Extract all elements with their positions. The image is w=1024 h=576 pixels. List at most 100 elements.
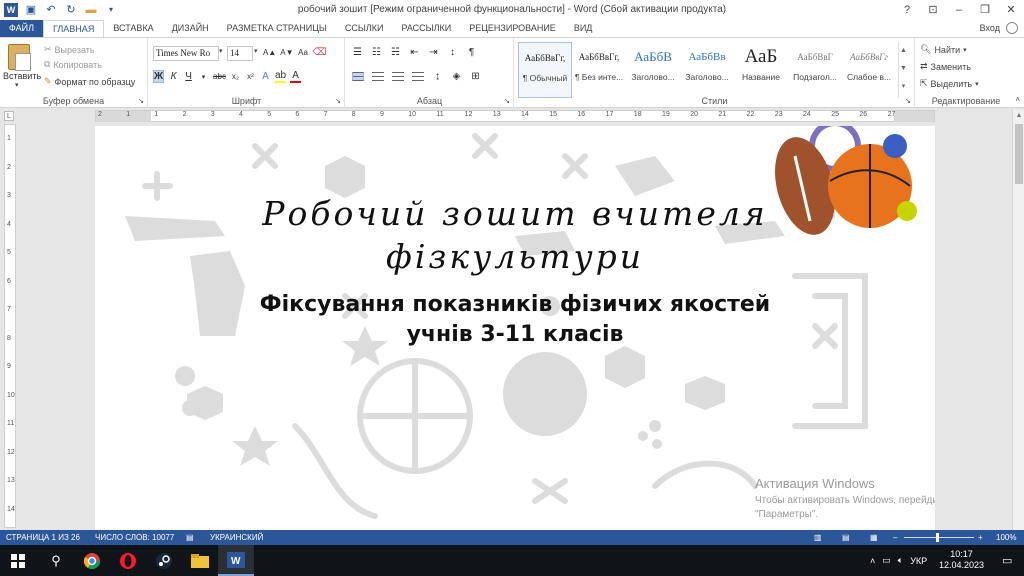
- start-button[interactable]: [0, 545, 36, 576]
- user-icon[interactable]: [1006, 22, 1018, 34]
- scroll-up-icon[interactable]: ▲: [1013, 110, 1024, 122]
- steam-icon[interactable]: [146, 545, 182, 576]
- style-no-spacing[interactable]: АаБбВвГг, ¶ Без инте...: [572, 42, 626, 98]
- taskbar-clock[interactable]: 10:17 12.04.2023: [939, 549, 984, 571]
- shading-icon[interactable]: ◈: [451, 71, 462, 82]
- font-size-select[interactable]: 14: [227, 46, 253, 61]
- styles-gallery-scroll[interactable]: ▲ ▼ ▾: [898, 42, 908, 98]
- style-title[interactable]: АаБ Название: [734, 42, 788, 98]
- tab-home[interactable]: ГЛАВНАЯ: [43, 20, 105, 37]
- customize-qat-icon[interactable]: ▾: [104, 3, 118, 17]
- borders-icon[interactable]: ⊞: [470, 71, 481, 82]
- minimize-button[interactable]: –: [946, 0, 972, 20]
- volume-icon[interactable]: 🔈︎: [898, 555, 903, 566]
- highlight-icon[interactable]: ab: [274, 70, 287, 83]
- keyboard-language[interactable]: УКР: [910, 556, 927, 566]
- open-folder-icon[interactable]: ▬: [84, 3, 98, 17]
- find-button[interactable]: 🔍︎ Найти ▾: [920, 44, 967, 55]
- proofing-icon[interactable]: ▤: [186, 530, 194, 545]
- opera-icon[interactable]: [110, 545, 146, 576]
- file-explorer-icon[interactable]: [182, 545, 218, 576]
- help-button[interactable]: ?: [894, 0, 920, 20]
- scroll-thumb[interactable]: [1015, 124, 1023, 184]
- vertical-ruler[interactable]: 1 2 3 4 5 6 7 8 9 10 11 12 13 14: [4, 124, 16, 528]
- language-indicator[interactable]: УКРАИНСКИЙ: [210, 530, 263, 545]
- show-marks-button[interactable]: ¶: [466, 47, 477, 58]
- clear-formatting-icon[interactable]: ⌫: [313, 47, 327, 58]
- style-subtle-emphasis[interactable]: АаБбВвГг Слабое в...: [842, 42, 896, 98]
- tab-file[interactable]: ФАЙЛ: [0, 20, 44, 37]
- chevron-down-icon[interactable]: ▾: [254, 47, 258, 55]
- zoom-slider[interactable]: [904, 537, 974, 538]
- increase-indent-icon[interactable]: ⇥: [428, 47, 439, 58]
- multilevel-list-icon[interactable]: ☵: [390, 47, 401, 58]
- tab-mailings[interactable]: РАССЫЛКИ: [392, 20, 460, 37]
- taskbar-search-icon[interactable]: ⚲: [38, 545, 74, 576]
- horizontal-ruler[interactable]: 2 1 1 2 3 4 5 6 7 8 9 10 11 12 13 14 15 16 17 18 19 20 21 22 23 2…: [95, 110, 935, 122]
- grow-font-button[interactable]: A▲: [263, 48, 276, 57]
- chevron-down-icon[interactable]: ▾: [198, 73, 209, 81]
- strikethrough-button[interactable]: abc: [213, 72, 226, 81]
- word-count[interactable]: ЧИСЛО СЛОВ: 10077: [95, 530, 174, 545]
- sort-icon[interactable]: ↕: [447, 47, 458, 58]
- copy-button[interactable]: ⧉ Копировать: [44, 59, 102, 70]
- dialog-launcher-icon[interactable]: ↘: [335, 97, 341, 105]
- tab-review[interactable]: РЕЦЕНЗИРОВАНИЕ: [460, 20, 565, 37]
- ribbon-display-options-icon[interactable]: ⊡: [920, 0, 946, 20]
- collapse-ribbon-icon[interactable]: ˄: [1015, 95, 1020, 104]
- redo-icon[interactable]: ↻: [64, 3, 78, 17]
- underline-button[interactable]: Ч: [183, 71, 194, 82]
- document-page[interactable]: Робочий зошит вчителя фізкультури Фіксув…: [95, 126, 935, 530]
- line-spacing-icon[interactable]: ↨: [432, 71, 443, 82]
- restore-button[interactable]: ❐: [972, 0, 998, 20]
- network-icon[interactable]: ▭: [882, 555, 891, 566]
- font-color-icon[interactable]: A: [290, 70, 302, 83]
- style-heading-2[interactable]: АаБбВв Заголово...: [680, 42, 734, 98]
- page-count[interactable]: СТРАНИЦА 1 ИЗ 26: [6, 530, 80, 545]
- tab-insert[interactable]: ВСТАВКА: [104, 20, 162, 37]
- undo-icon[interactable]: ↶: [44, 3, 58, 17]
- save-icon[interactable]: ▣: [24, 3, 38, 17]
- numbering-icon[interactable]: ☷: [371, 47, 382, 58]
- format-painter-button[interactable]: ✎ Формат по образцу: [44, 76, 135, 87]
- italic-button[interactable]: К: [168, 71, 179, 82]
- style-normal[interactable]: АаБбВвГг, ¶ Обычный: [518, 42, 572, 98]
- shrink-font-button[interactable]: A▼: [280, 48, 293, 57]
- chrome-icon[interactable]: [74, 545, 110, 576]
- close-button[interactable]: ✕: [998, 0, 1024, 20]
- justify-icon[interactable]: [412, 72, 424, 81]
- subscript-button[interactable]: x₂: [230, 72, 241, 81]
- dialog-launcher-icon[interactable]: ↘: [138, 97, 144, 105]
- style-heading-1[interactable]: АаБбВ Заголово...: [626, 42, 680, 98]
- zoom-in-icon[interactable]: +: [978, 530, 983, 545]
- bold-button[interactable]: Ж: [153, 70, 165, 83]
- dialog-launcher-icon[interactable]: ↘: [905, 97, 911, 105]
- bullets-icon[interactable]: ☰: [352, 47, 363, 58]
- read-mode-icon[interactable]: ▥: [814, 530, 822, 545]
- word-logo-icon[interactable]: W: [4, 3, 18, 17]
- word-taskbar-icon[interactable]: W: [218, 545, 254, 576]
- decrease-indent-icon[interactable]: ⇤: [409, 47, 420, 58]
- font-name-select[interactable]: Times New Ro: [153, 46, 219, 61]
- web-layout-icon[interactable]: ▦: [870, 530, 878, 545]
- tab-design[interactable]: ДИЗАЙН: [163, 20, 218, 37]
- sign-in-link[interactable]: Вход: [980, 23, 1000, 33]
- tray-expand-icon[interactable]: ˄: [870, 556, 875, 566]
- align-right-icon[interactable]: [392, 72, 404, 81]
- print-layout-icon[interactable]: ▤: [842, 530, 850, 545]
- tab-selector[interactable]: L: [4, 111, 14, 121]
- change-case-button[interactable]: Aa: [298, 48, 309, 57]
- superscript-button[interactable]: x²: [245, 72, 256, 81]
- notifications-icon[interactable]: ▭: [1002, 545, 1012, 576]
- replace-button[interactable]: ⇄ Заменить: [920, 61, 971, 72]
- cut-button[interactable]: ✂ Вырезать: [44, 44, 95, 55]
- zoom-slider-thumb[interactable]: [936, 533, 939, 542]
- paste-button[interactable]: Вставить ▾: [0, 38, 41, 96]
- zoom-out-icon[interactable]: –: [893, 530, 897, 545]
- text-effects-icon[interactable]: A: [260, 71, 271, 82]
- chevron-down-icon[interactable]: ▾: [219, 47, 223, 55]
- style-subtitle[interactable]: АаБбВвГ Подзагол...: [788, 42, 842, 98]
- zoom-level[interactable]: 100%: [996, 530, 1016, 545]
- vertical-scrollbar[interactable]: ▲: [1012, 110, 1024, 530]
- align-center-icon[interactable]: [372, 72, 384, 81]
